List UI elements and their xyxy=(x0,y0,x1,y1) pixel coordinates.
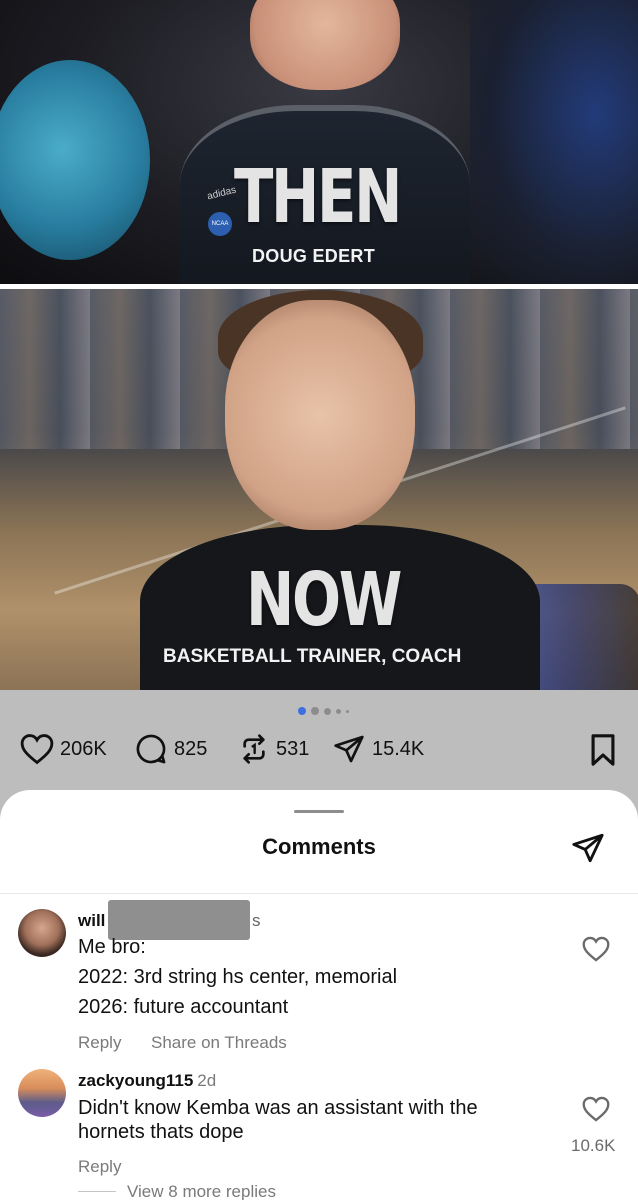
background-crowd xyxy=(470,0,638,284)
comment-username[interactable]: zackyoung115 2d xyxy=(78,1071,216,1091)
comments-sheet: Comments will s Me bro: 2022: 3rd string… xyxy=(0,790,638,1200)
save-button[interactable] xyxy=(588,733,618,772)
sheet-divider xyxy=(0,893,638,894)
like-button[interactable]: 206K xyxy=(20,733,107,765)
now-person-face xyxy=(225,300,415,530)
then-player-face xyxy=(250,0,400,90)
carousel-indicator xyxy=(298,707,349,715)
now-person-title: BASKETBALL TRAINER, COACH xyxy=(163,646,462,667)
reply-button[interactable]: Reply xyxy=(78,1033,121,1053)
repost-button[interactable]: 531 xyxy=(238,733,309,765)
now-heading: NOW xyxy=(246,557,402,643)
sheet-title: Comments xyxy=(262,834,376,859)
comment-username-tail: s xyxy=(252,911,261,930)
view-more-replies-button[interactable]: View 8 more replies xyxy=(127,1182,276,1200)
comment-text-line: Me bro: xyxy=(78,936,146,958)
comment-text-line: Didn't know Kemba was an assistant with … xyxy=(78,1097,478,1119)
repost-count: 531 xyxy=(276,737,310,760)
then-heading: THEN xyxy=(234,154,402,240)
comment-text-line: hornets thats dope xyxy=(78,1121,244,1143)
send-icon xyxy=(334,735,364,763)
comment-count: 825 xyxy=(174,737,208,760)
comment-like-button[interactable] xyxy=(582,1096,610,1127)
carousel-dot xyxy=(346,709,349,713)
ncaa-badge: NCAA xyxy=(208,212,232,236)
share-count: 15.4K xyxy=(372,737,425,760)
replies-connector-line xyxy=(78,1191,116,1192)
redaction-box xyxy=(108,900,250,940)
share-comments-button[interactable] xyxy=(570,831,606,870)
comment-like-button[interactable] xyxy=(582,936,610,967)
comment-text-line: 2026: future accountant xyxy=(78,996,289,1018)
mascot-figure xyxy=(0,60,150,260)
carousel-dot xyxy=(336,708,341,714)
send-button[interactable]: 15.4K xyxy=(332,733,424,765)
comment-like-count: 10.6K xyxy=(571,1136,616,1155)
carousel-dot xyxy=(298,707,306,715)
heart-icon xyxy=(582,1096,610,1122)
then-panel: adidas NCAA THEN DOUG EDERT xyxy=(0,0,638,284)
bookmark-icon xyxy=(591,734,615,766)
share-icon xyxy=(572,833,604,863)
like-count: 206K xyxy=(60,737,107,760)
comment-text-line: 2022: 3rd string hs center, memorial xyxy=(78,966,398,988)
sheet-grabber-handle[interactable] xyxy=(294,810,344,813)
repost-icon xyxy=(243,734,265,764)
comment-button[interactable]: 825 xyxy=(134,733,207,765)
avatar[interactable] xyxy=(18,1069,66,1117)
then-player-name: DOUG EDERT xyxy=(252,246,376,266)
heart-icon xyxy=(582,936,610,962)
comment-icon xyxy=(136,734,166,764)
avatar[interactable] xyxy=(18,909,66,957)
carousel-dot xyxy=(324,707,331,715)
post-image-carousel[interactable]: adidas NCAA THEN DOUG EDERT NOW BASKETBA… xyxy=(0,0,638,690)
reply-button[interactable]: Reply xyxy=(78,1157,121,1177)
comment-timestamp: 2d xyxy=(197,1071,217,1090)
comment-username-text[interactable]: zackyoung115 xyxy=(78,1071,193,1090)
share-on-threads-link[interactable]: Share on Threads xyxy=(151,1033,287,1053)
comment-username[interactable]: will xyxy=(78,911,105,931)
carousel-dot xyxy=(311,707,319,715)
heart-icon xyxy=(20,734,54,765)
